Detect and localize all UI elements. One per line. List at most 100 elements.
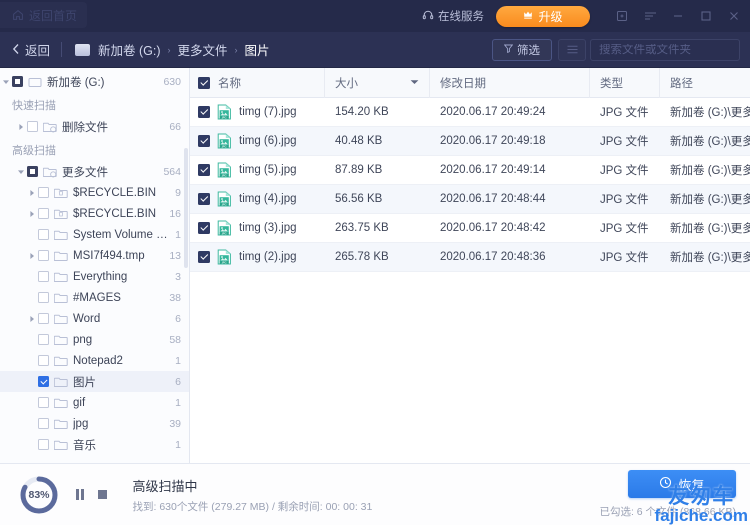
tree-checkbox[interactable] <box>27 121 38 132</box>
tree-checkbox[interactable] <box>38 250 49 261</box>
column-header-name[interactable]: 名称 <box>190 67 325 98</box>
tree-item-root[interactable]: 新加卷 (G:) 630 <box>0 71 189 92</box>
tree-checkbox[interactable] <box>38 208 49 219</box>
tree-item--recycle-bin[interactable]: $RECYCLE.BIN 9 <box>0 182 189 203</box>
upgrade-button[interactable]: 升级 <box>496 5 590 27</box>
scan-progress-ring: 83% <box>18 474 60 516</box>
tree-item-count: 58 <box>169 333 181 346</box>
row-checkbox[interactable] <box>198 164 210 176</box>
caret-down-icon[interactable] <box>410 79 419 87</box>
column-header-date[interactable]: 修改日期 <box>430 67 590 98</box>
row-checkbox[interactable] <box>198 135 210 147</box>
cell-size: 56.56 KB <box>335 193 383 205</box>
menu-icon[interactable] <box>636 0 664 32</box>
tree-checkbox[interactable] <box>12 76 23 87</box>
tree-checkbox[interactable] <box>38 334 49 345</box>
search-input[interactable] <box>599 43 750 56</box>
scan-status-title: 高级扫描中 <box>132 478 198 494</box>
tree-item-gif[interactable]: gif 1 <box>0 392 189 413</box>
search-box[interactable] <box>590 38 750 61</box>
tree-item-label: 音乐 <box>73 439 96 452</box>
jpg-file-icon: JPG <box>217 220 232 236</box>
twisty-icon[interactable] <box>26 315 38 323</box>
table-row[interactable]: JPG timg (5).jpg 87.89 KB 2020.06.17 20:49:… <box>190 156 750 185</box>
tree-item-label: Notepad2 <box>73 354 123 367</box>
cell-name: JPG timg (3).jpg <box>190 220 325 236</box>
tree-checkbox[interactable] <box>38 229 49 240</box>
row-checkbox[interactable] <box>198 106 210 118</box>
close-icon[interactable] <box>720 0 748 32</box>
online-service-button[interactable]: 在线服务 <box>422 8 484 24</box>
sidebar-scrollbar[interactable] <box>184 148 188 268</box>
column-header-type-label: 类型 <box>600 77 623 90</box>
select-all-checkbox[interactable] <box>198 76 210 89</box>
tree-item-png[interactable]: png 58 <box>0 329 189 350</box>
tree-item-everything[interactable]: Everything 3 <box>0 266 189 287</box>
twisty-icon[interactable] <box>15 168 27 176</box>
minimize-icon[interactable] <box>664 0 692 32</box>
breadcrumb-item-more-files[interactable]: 更多文件 <box>178 40 228 59</box>
tree-checkbox[interactable] <box>38 355 49 366</box>
tree-checkbox[interactable] <box>38 439 49 450</box>
twisty-icon[interactable] <box>26 252 38 260</box>
breadcrumb-item-pictures[interactable]: 图片 <box>245 40 270 59</box>
svg-text:JPG: JPG <box>221 231 227 235</box>
crown-icon <box>523 10 533 23</box>
tree-item-更多文件[interactable]: 更多文件 564 <box>0 161 189 182</box>
table-row[interactable]: JPG timg (2).jpg 265.78 KB 2020.06.17 20:48… <box>190 243 750 272</box>
breadcrumb-item-drive[interactable]: 新加卷 (G:) <box>98 40 161 59</box>
tree-checkbox[interactable] <box>27 166 38 177</box>
tree-checkbox[interactable] <box>38 418 49 429</box>
tree-checkbox[interactable] <box>38 271 49 282</box>
pause-icon[interactable] <box>76 489 84 500</box>
body: 新加卷 (G:) 630 快速扫描 删除文件 66 高级扫描 更多文件 564 $RECYCLE… <box>0 67 750 463</box>
twisty-icon[interactable] <box>26 189 38 197</box>
tree-item-图片[interactable]: 图片 6 <box>0 371 189 392</box>
tree-item-notepad2[interactable]: Notepad2 1 <box>0 350 189 371</box>
filter-button[interactable]: 筛选 <box>492 38 552 61</box>
column-header-path[interactable]: 路径 <box>660 68 750 98</box>
stop-icon[interactable] <box>97 490 107 499</box>
tree-item-删除文件[interactable]: 删除文件 66 <box>0 116 189 137</box>
cell-type: JPG 文件 <box>600 223 649 235</box>
tree-item-system-volume-inf-[interactable]: System Volume Inf... 1 <box>0 224 189 245</box>
recover-button[interactable]: 恢复 <box>628 470 736 498</box>
tree-checkbox[interactable] <box>38 376 49 387</box>
row-checkbox[interactable] <box>198 222 210 234</box>
maximize-icon[interactable] <box>692 0 720 32</box>
tree-checkbox[interactable] <box>38 397 49 408</box>
table-row[interactable]: JPG timg (4).jpg 56.56 KB 2020.06.17 20:48:… <box>190 185 750 214</box>
back-button[interactable]: 返回 <box>12 40 61 59</box>
feedback-icon[interactable] <box>608 0 636 32</box>
row-checkbox[interactable] <box>198 251 210 263</box>
svg-text:JPG: JPG <box>221 144 227 148</box>
tree-checkbox[interactable] <box>38 292 49 303</box>
scan-info: 高级扫描中 找到: 630个文件 (279.27 MB) / 剩余时间: 00:… <box>133 476 373 514</box>
column-header-type[interactable]: 类型 <box>590 67 660 98</box>
column-header-size[interactable]: 大小 <box>325 67 430 98</box>
list-view-icon[interactable] <box>558 38 586 61</box>
home-button[interactable]: 返回首页 <box>0 2 88 28</box>
table-row[interactable]: JPG timg (6).jpg 40.48 KB 2020.06.17 20:49:… <box>190 127 750 156</box>
twisty-icon[interactable] <box>0 78 12 86</box>
tree-item-word[interactable]: Word 6 <box>0 308 189 329</box>
folder-icon <box>54 333 68 346</box>
tree-item-jpg[interactable]: jpg 39 <box>0 413 189 434</box>
folder-icon <box>54 270 68 283</box>
folder-icon <box>54 354 68 367</box>
cell-type: JPG 文件 <box>600 165 649 177</box>
tree-item--mages[interactable]: #MAGES 38 <box>0 287 189 308</box>
row-checkbox[interactable] <box>198 193 210 205</box>
table-row[interactable]: JPG timg (7).jpg 154.20 KB 2020.06.17 20:49… <box>190 98 750 127</box>
tree-item-音乐[interactable]: 音乐 1 <box>0 434 189 455</box>
tree-item--recycle-bin[interactable]: $RECYCLE.BIN 16 <box>0 203 189 224</box>
table-row[interactable]: JPG timg (3).jpg 263.75 KB 2020.06.17 20:48… <box>190 214 750 243</box>
twisty-icon[interactable] <box>15 123 27 131</box>
cell-type: JPG 文件 <box>600 136 649 148</box>
tree-item-msi7f494-tmp[interactable]: MSI7f494.tmp 13 <box>0 245 189 266</box>
tree-item-label: gif <box>73 396 86 409</box>
tree-checkbox[interactable] <box>38 313 49 324</box>
tree-checkbox[interactable] <box>38 187 49 198</box>
twisty-icon[interactable] <box>26 210 38 218</box>
tree-item-count: 38 <box>169 291 181 304</box>
